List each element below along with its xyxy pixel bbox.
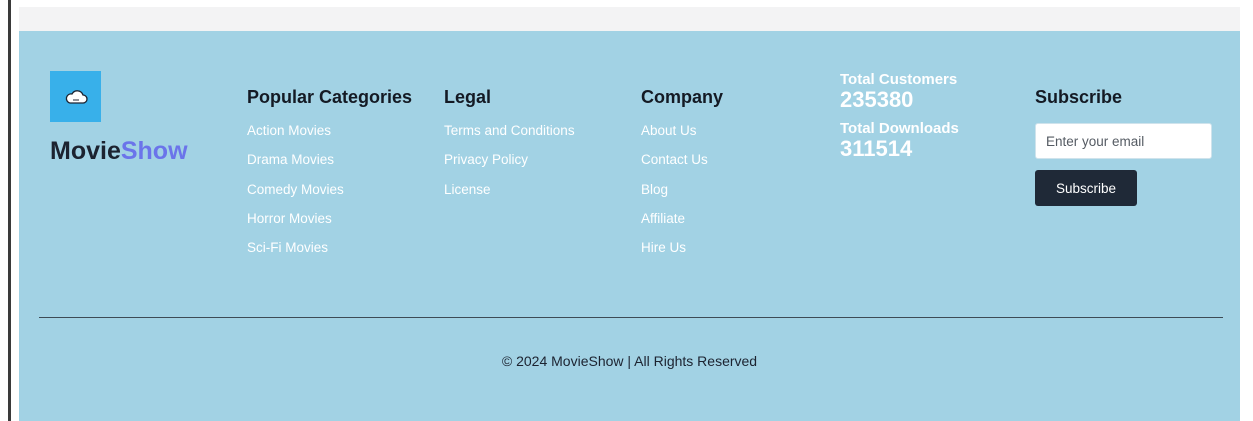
link-comedy-movies[interactable]: Comedy Movies bbox=[247, 182, 412, 197]
footer-divider bbox=[39, 317, 1223, 318]
link-horror-movies[interactable]: Horror Movies bbox=[247, 211, 412, 226]
subscribe-button[interactable]: Subscribe bbox=[1035, 170, 1137, 206]
popular-categories-column: Popular Categories Action Movies Drama M… bbox=[247, 86, 412, 269]
link-hire-us[interactable]: Hire Us bbox=[641, 240, 723, 255]
brand-name-part2: Show bbox=[120, 137, 188, 165]
link-affiliate[interactable]: Affiliate bbox=[641, 211, 723, 226]
link-scifi-movies[interactable]: Sci-Fi Movies bbox=[247, 240, 412, 255]
copyright-text: © 2024 MovieShow | All Rights Reserved bbox=[501, 353, 758, 369]
stats-block: Total Customers 235380 Total Downloads 3… bbox=[840, 71, 959, 169]
link-terms[interactable]: Terms and Conditions bbox=[444, 123, 575, 138]
link-contact-us[interactable]: Contact Us bbox=[641, 152, 723, 167]
legal-column: Legal Terms and Conditions Privacy Polic… bbox=[444, 86, 575, 211]
link-drama-movies[interactable]: Drama Movies bbox=[247, 152, 412, 167]
site-footer: MovieShow Popular Categories Action Movi… bbox=[19, 31, 1240, 421]
total-downloads-value: 311514 bbox=[840, 136, 913, 161]
total-customers-label: Total Customers bbox=[840, 71, 958, 88]
email-input[interactable] bbox=[1035, 123, 1212, 159]
page-left-border bbox=[8, 0, 11, 421]
company-column: Company About Us Contact Us Blog Affilia… bbox=[641, 86, 723, 269]
company-heading: Company bbox=[641, 87, 724, 107]
link-blog[interactable]: Blog bbox=[641, 182, 723, 197]
page-content-bottom bbox=[19, 7, 1240, 31]
subscribe-section: Subscribe Subscribe bbox=[1035, 86, 1212, 206]
link-privacy-policy[interactable]: Privacy Policy bbox=[444, 152, 575, 167]
link-action-movies[interactable]: Action Movies bbox=[247, 123, 412, 138]
cloud-icon bbox=[65, 89, 88, 104]
brand-name[interactable]: MovieShow bbox=[50, 137, 188, 166]
total-downloads-label: Total Downloads bbox=[840, 120, 959, 137]
link-license[interactable]: License bbox=[444, 182, 575, 197]
subscribe-heading: Subscribe bbox=[1035, 87, 1123, 107]
logo[interactable] bbox=[50, 71, 101, 122]
popular-categories-heading: Popular Categories bbox=[247, 87, 413, 107]
link-about-us[interactable]: About Us bbox=[641, 123, 723, 138]
brand-name-part1: Movie bbox=[50, 137, 121, 165]
total-customers-value: 235380 bbox=[840, 87, 914, 112]
legal-heading: Legal bbox=[444, 87, 492, 107]
